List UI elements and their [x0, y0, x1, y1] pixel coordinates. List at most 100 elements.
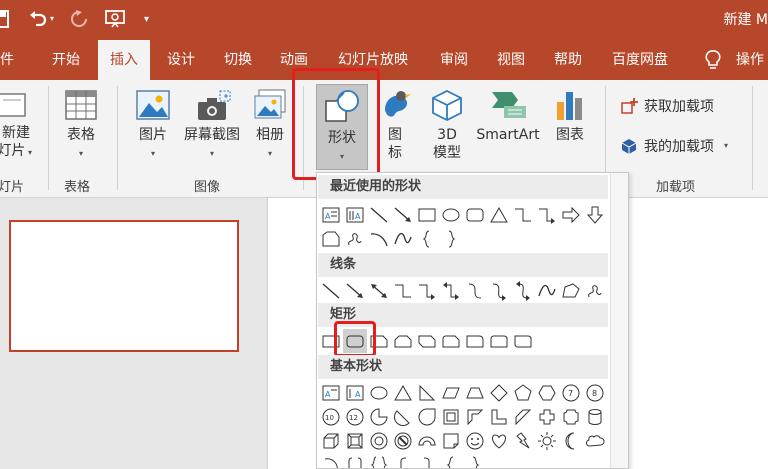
chart-button[interactable]: 图表	[550, 88, 590, 144]
oval-shape[interactable]	[367, 381, 391, 405]
block-arc-shape[interactable]	[415, 429, 439, 453]
elbow-arrow-connector-shape[interactable]	[415, 279, 439, 303]
curved-double-arrow-connector-shape[interactable]	[511, 279, 535, 303]
no-symbol-shape[interactable]	[391, 429, 415, 453]
curved-connector-shape[interactable]	[463, 279, 487, 303]
3d-model-button[interactable]: 3D 模型	[425, 88, 469, 162]
smiley-face-shape[interactable]	[463, 429, 487, 453]
text-box-shape[interactable]: A	[319, 203, 343, 227]
plaque-shape[interactable]	[559, 405, 583, 429]
vertical-text-box-shape[interactable]: A	[343, 203, 367, 227]
gallery-scrollbar[interactable]	[610, 173, 628, 468]
lightbulb-icon[interactable]	[704, 40, 722, 80]
round-diagonal-rectangle-shape[interactable]	[511, 329, 535, 353]
tab-tell-me[interactable]: 操作	[736, 40, 764, 80]
freeform-shape[interactable]	[559, 279, 583, 303]
pentagon-shape[interactable]	[511, 381, 535, 405]
arc-shape[interactable]	[319, 453, 343, 468]
diamond-shape[interactable]	[487, 381, 511, 405]
trapezoid-shape[interactable]	[463, 381, 487, 405]
snip-diagonal-rectangle-shape[interactable]	[415, 329, 439, 353]
triangle-shape[interactable]	[487, 203, 511, 227]
curved-arrow-connector-shape[interactable]	[487, 279, 511, 303]
arc-curve-shape[interactable]	[391, 227, 415, 251]
round-same-side-rectangle-shape[interactable]	[487, 329, 511, 353]
diagonal-stripe-shape[interactable]	[511, 405, 535, 429]
table-button[interactable]: 表格 ▾	[60, 88, 102, 160]
left-brace-shape[interactable]	[439, 453, 463, 468]
half-frame-shape[interactable]	[463, 405, 487, 429]
vertical-text-box-shape[interactable]: A	[343, 381, 367, 405]
decagon-shape[interactable]: 10	[319, 405, 343, 429]
rounded-rectangle-shape[interactable]	[463, 203, 487, 227]
tab-view[interactable]: 视图	[497, 40, 525, 80]
freeform-scribble-shape[interactable]	[343, 227, 367, 251]
donut-shape[interactable]	[367, 429, 391, 453]
tab-review[interactable]: 审阅	[440, 40, 468, 80]
screenshot-button[interactable]: 屏幕截图 ▾	[180, 88, 244, 160]
snip-same-side-rectangle-shape[interactable]	[391, 329, 415, 353]
chord-shape[interactable]	[391, 405, 415, 429]
right-bracket-shape[interactable]	[415, 453, 439, 468]
frame-shape[interactable]	[439, 405, 463, 429]
dodecagon-shape[interactable]: 12	[343, 405, 367, 429]
get-addins-button[interactable]: 获取加载项	[620, 96, 714, 116]
bevel-shape[interactable]	[343, 429, 367, 453]
elbow-double-arrow-connector-shape[interactable]	[439, 279, 463, 303]
l-shape[interactable]	[487, 405, 511, 429]
cube-shape[interactable]	[319, 429, 343, 453]
hexagon-shape[interactable]	[535, 381, 559, 405]
lightning-bolt-shape[interactable]	[511, 429, 535, 453]
tab-home[interactable]: 开始	[52, 40, 80, 80]
smartart-button[interactable]: SmartArt	[474, 88, 542, 144]
parallelogram-shape[interactable]	[439, 381, 463, 405]
right-arrow-shape[interactable]	[559, 203, 583, 227]
redo-icon[interactable]	[70, 8, 88, 30]
tab-transitions[interactable]: 切换	[224, 40, 252, 80]
cloud-shape[interactable]	[583, 429, 607, 453]
tab-baidu-netdisk[interactable]: 百度网盘	[612, 40, 668, 80]
save-icon[interactable]	[0, 8, 10, 30]
line-shape[interactable]	[319, 279, 343, 303]
triangle-shape[interactable]	[391, 381, 415, 405]
elbow-connector-shape[interactable]	[391, 279, 415, 303]
icons-button[interactable]: 图 标	[376, 88, 414, 162]
customize-qat-icon[interactable]: ▾	[144, 8, 149, 30]
oval-shape[interactable]	[439, 203, 463, 227]
can-shape[interactable]	[583, 405, 607, 429]
heptagon-shape[interactable]: 7	[559, 381, 583, 405]
picture-button[interactable]: 图片 ▾	[132, 88, 174, 160]
cross-shape[interactable]	[535, 405, 559, 429]
tab-design[interactable]: 设计	[167, 40, 195, 80]
arrow-line-shape[interactable]	[391, 203, 415, 227]
octagon-shape[interactable]: 8	[583, 381, 607, 405]
down-arrow-shape[interactable]	[583, 203, 607, 227]
present-from-start-icon[interactable]	[104, 8, 126, 30]
my-addins-button[interactable]: 我的加载项 ▾	[620, 136, 728, 156]
right-brace-shape[interactable]	[463, 453, 487, 468]
curve-shape[interactable]	[535, 279, 559, 303]
right-brace-shape[interactable]	[439, 227, 463, 251]
pie-shape[interactable]	[367, 405, 391, 429]
left-bracket-shape[interactable]	[391, 453, 415, 468]
snip-corner-shape[interactable]	[319, 227, 343, 251]
undo-icon[interactable]: ▾	[28, 8, 54, 30]
tab-file[interactable]: 件	[0, 40, 14, 80]
elbow-arrow-connector-shape[interactable]	[535, 203, 559, 227]
snip-round-rectangle-shape[interactable]	[439, 329, 463, 353]
left-brace-shape[interactable]	[415, 227, 439, 251]
double-brace-shape[interactable]	[367, 453, 391, 468]
teardrop-shape[interactable]	[415, 405, 439, 429]
curved-line-shape[interactable]	[367, 227, 391, 251]
scribble-shape[interactable]	[583, 279, 607, 303]
slide-thumbnail[interactable]	[9, 220, 239, 352]
right-triangle-shape[interactable]	[415, 381, 439, 405]
line-shape[interactable]	[367, 203, 391, 227]
tab-help[interactable]: 帮助	[554, 40, 582, 80]
tab-insert[interactable]: 插入	[98, 40, 150, 80]
photo-album-button[interactable]: 相册 ▾	[250, 88, 290, 160]
rectangle-shape[interactable]	[415, 203, 439, 227]
double-arrow-shape[interactable]	[367, 279, 391, 303]
text-box-shape[interactable]: A	[319, 381, 343, 405]
arrow-shape[interactable]	[343, 279, 367, 303]
